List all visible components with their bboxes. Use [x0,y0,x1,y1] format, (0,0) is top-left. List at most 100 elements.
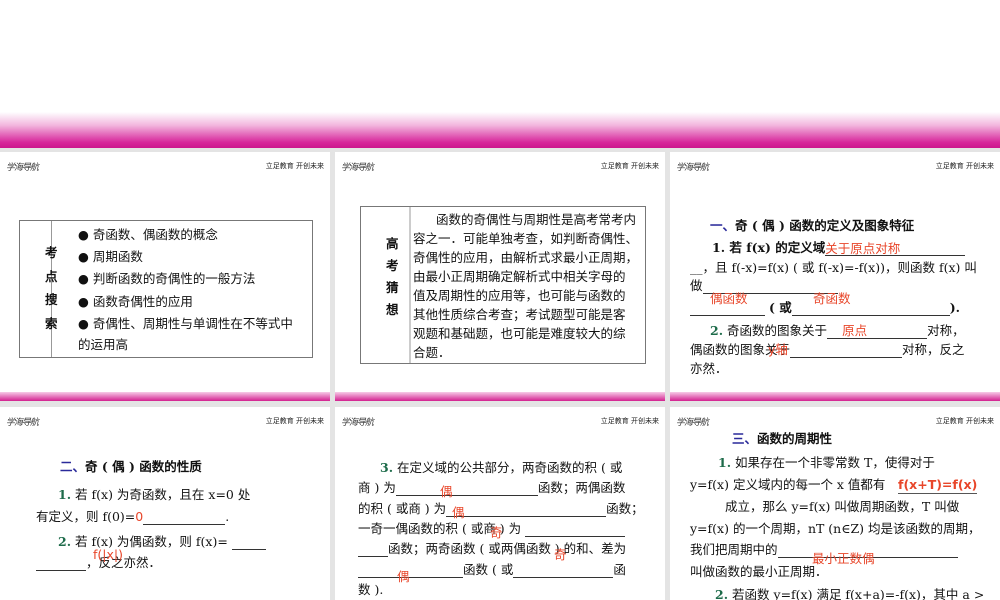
text-line: 有定义，则 f(0)=0. [36,509,230,525]
label-char: 考 [386,258,399,273]
text-line: 的积 ( 或商 ) 为 函数； [358,501,644,517]
forecast-box: 高 考 猜 想 函数的奇偶性与周期性是高考常考内 容之一．可能单独考查，如判断奇… [360,206,646,364]
section-title: 三、函数的周期性 [732,431,832,447]
item-number: 2. [58,534,72,549]
answer-blank: 关于原点对称 [825,241,966,256]
item-text: 函数奇偶性的应用 [92,294,193,309]
motto: 立足教育 开创未来 [265,162,324,170]
slide-thumbnail-2[interactable]: 学海导航 立足教育 开创未来 高 考 猜 想 函数的奇偶性与周期性是高考常考内 … [335,152,665,401]
answer-blank [690,304,765,316]
pink-header-band [0,112,1000,150]
text: ( 或 [768,300,792,315]
answer: f(x+T)=f(x) [898,477,978,494]
slide-thumbnail-3[interactable]: 学海导航 立足教育 开创未来 一、奇 ( 偶 ) 函数的定义及图象特征 1. 若… [670,152,1000,401]
answer-blank [143,513,226,525]
answer: 奇 [490,525,503,540]
bullet-icon: ● [78,316,89,331]
answer-blank [358,545,388,557]
section-number: 三、 [732,431,758,446]
answer-blank [231,538,266,550]
text-line: ( 或). [690,300,960,316]
paragraph-line: 容之一．可能单独考查，如判断奇偶性、 [413,231,639,246]
answer-blank [513,566,614,578]
divider [409,207,411,363]
text-line: 叫做函数的最小正周期． [690,564,828,579]
slide-thumbnail-6[interactable]: 学海导航 立足教育 开创未来 三、函数的周期性 1. 如果存在一个非零常数 T，… [670,407,1000,600]
text-line: __，且 f(-x)=f(x) ( 或 f(-x)=-f(x))，则函数 f(x… [690,260,977,275]
section-title: 一、奇 ( 偶 ) 函数的定义及图象特征 [710,218,914,234]
answer: f(|x|) [93,547,123,562]
answer-blank [36,559,86,571]
answer: 关于原点对称 [825,241,901,256]
answer-blank [791,304,950,316]
title-text: 奇 ( 偶 ) 函数的性质 [85,459,202,474]
text: 函数； [606,501,644,516]
label-char: 高 [386,236,399,251]
logo: 学海导航 [6,418,39,428]
answer-blank [358,566,463,578]
paragraph-line: 其他性质综合考查；考试题型可能是客 [413,307,626,322]
bullet-icon: ● [78,271,89,286]
text: 奇函数的图象关于 [727,323,828,338]
text: 函 [613,562,626,577]
text: 若 f(x) 为奇函数，且在 x=0 处 [75,487,251,502]
item-number: 2. [710,323,724,338]
answer: 偶 [397,569,410,584]
text-line: 函数；两奇函数 ( 或两偶函数 ) 的和、差为 [358,541,626,557]
answer-blank [395,484,538,496]
text-line: y=f(x) 定义域内的每一个 x 值都有 [690,477,886,492]
slide-thumbnail-1[interactable]: 学海导航 立足教育 开创未来 考 点 搜 索 ● 奇函数、偶函数的概念 ● 周期… [0,152,330,401]
answer: 偶 [452,505,465,520]
text-line: 偶函数的图象关于 y轴 对称，反之 [690,342,965,358]
text-line: 2. 若函数 y=f(x) 满足 f(x+a)=-f(x)，其中 a > [715,587,984,600]
text: 对称，反之 [902,342,965,357]
topic-box: 考 点 搜 索 ● 奇函数、偶函数的概念 ● 周期函数 ● 判断函数的奇偶性的一… [19,220,313,358]
item-text: 的运用高 [78,337,129,352]
slide-thumbnail-4[interactable]: 学海导航 立足教育 开创未来 二、奇 ( 偶 ) 函数的性质 1. 若 f(x)… [0,407,330,600]
item-number: 1. [718,455,732,470]
text: 有定义，则 f(0)= [36,509,136,524]
text-line: 数 ). [358,582,384,597]
title-text: 函数的周期性 [757,431,833,446]
text: 在定义域的公共部分，两奇函数的积 ( 或 [397,460,623,475]
text-line: 商 ) 为 函数；两偶函数 [358,480,625,496]
text-line: 2. 若 f(x) 为偶函数，则 f(x)= [58,534,266,550]
logo: 学海导航 [341,418,374,428]
list-item: ● 周期函数 [78,249,143,265]
list-item: ● 奇偶性、周期性与单调性在不等式中 [78,316,293,332]
bullet-icon: ● [78,249,89,264]
answer: y轴 [768,342,788,357]
slide-footer-bar [670,392,1000,401]
text: 若函数 y=f(x) 满足 f(x+a)=-f(x)，其中 a > [732,587,985,600]
text-line: 3. 在定义域的公共部分，两奇函数的积 ( 或 [380,460,622,476]
text: 函数；两偶函数 [537,480,626,495]
answer-blank: 原点 [827,323,928,339]
answer-blank: y轴 [768,342,903,358]
text: 对称， [927,323,965,338]
list-item: ● 函数奇偶性的应用 [78,294,193,310]
paragraph-line: 函数的奇偶性与周期性是高考常考内 [436,212,637,227]
label-char: 索 [45,316,58,331]
list-item: ● 判断函数的奇偶性的一般方法 [78,271,255,287]
item-number: 3. [380,460,394,475]
paragraph-line: 观题和基础题，也可能是难度较大的综 [413,326,626,341]
list-item: ● 奇函数、偶函数的概念 [78,227,218,243]
motto: 立足教育 开创未来 [600,162,659,170]
label-char: 点 [45,269,58,284]
motto: 立足教育 开创未来 [935,417,994,425]
item-text: 周期函数 [92,249,143,264]
motto: 立足教育 开创未来 [600,417,659,425]
bullet-icon: ● [78,294,89,309]
title-text: 奇 ( 偶 ) 函数的定义及图象特征 [735,218,915,233]
item-text: 奇函数、偶函数的概念 [92,227,218,242]
answer: 奇 [554,547,567,562]
text-line: 1. 如果存在一个非零常数 T，使得对于 [718,455,935,471]
answer: 原点 [842,323,868,338]
slide-footer-bar [335,392,665,401]
slide-thumbnail-5[interactable]: 学海导航 立足教育 开创未来 3. 在定义域的公共部分，两奇函数的积 ( 或 商… [335,407,665,600]
text: 1. 若 f(x) 的定义域 [712,240,826,255]
text-line: y=f(x) 的一个周期，nT (n∈Z) 均是该函数的周期， [690,521,981,536]
label-char: 猜 [386,280,399,295]
motto: 立足教育 开创未来 [265,417,324,425]
motto: 立足教育 开创未来 [935,162,994,170]
